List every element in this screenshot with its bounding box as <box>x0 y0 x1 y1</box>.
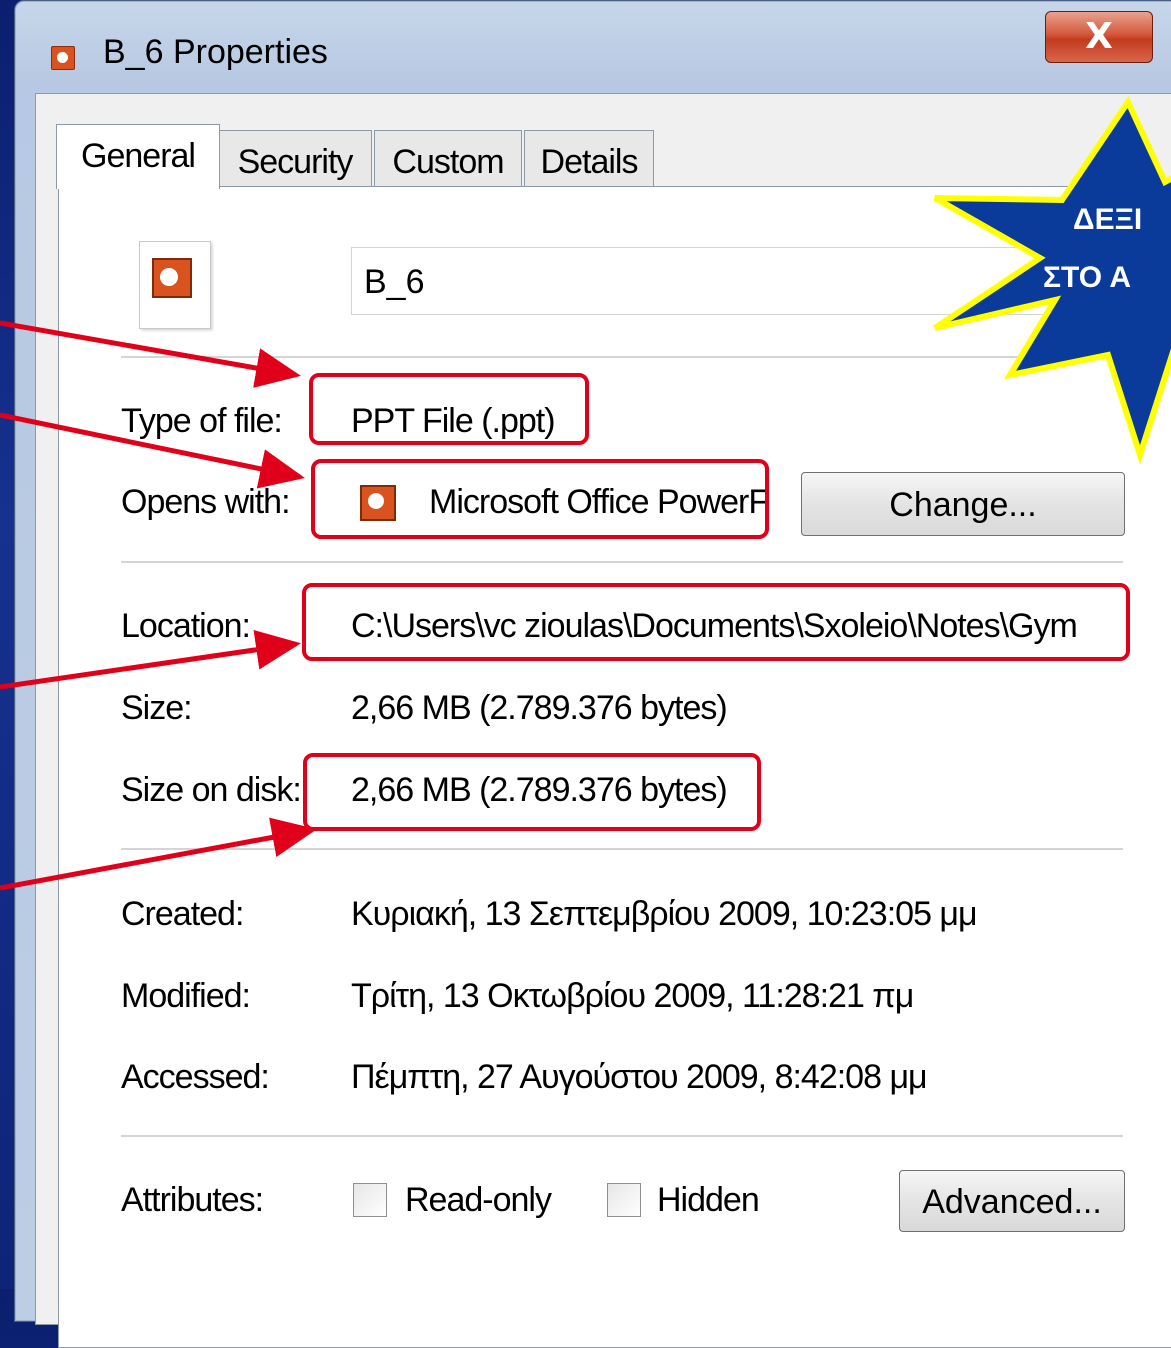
separator <box>121 356 1123 358</box>
type-of-file-label: Type of file: <box>121 402 283 440</box>
read-only-label[interactable]: Read-only <box>405 1181 552 1220</box>
ppt-document-icon <box>139 241 211 329</box>
tab-details[interactable]: Details <box>524 130 654 188</box>
type-highlight-box <box>309 373 589 445</box>
hidden-checkbox[interactable] <box>607 1183 641 1217</box>
change-button[interactable]: Change... <box>801 472 1125 536</box>
read-only-checkbox[interactable] <box>353 1183 387 1217</box>
opens-with-highlight-box <box>311 459 769 539</box>
window-title: B_6 Properties <box>103 33 328 71</box>
accessed-value: Πέμπτη, 27 Αυγούστου 2009, 8:42:08 μμ <box>351 1058 928 1096</box>
callout-text-line1: ΔΕΞΙ <box>1073 203 1143 236</box>
modified-label: Modified: <box>121 977 251 1015</box>
location-label: Location: <box>121 607 251 645</box>
created-value: Κυριακή, 13 Σεπτεμβρίου 2009, 10:23:05 μ… <box>351 895 978 933</box>
created-label: Created: <box>121 895 244 933</box>
size-value: 2,66 MB (2.789.376 bytes) <box>351 689 728 727</box>
size-label: Size: <box>121 689 193 727</box>
modified-value: Τρίτη, 13 Οκτωβρίου 2009, 11:28:21 πμ <box>351 977 914 1015</box>
properties-window: B_6 Properties X General Security Custom… <box>14 0 1171 1348</box>
size-on-disk-highlight-box <box>303 753 761 831</box>
attributes-label: Attributes: <box>121 1181 264 1219</box>
powerpoint-file-icon <box>51 46 75 70</box>
opens-with-label: Opens with: <box>121 483 291 521</box>
close-button[interactable]: X <box>1045 11 1153 63</box>
dialog-client-area: General Security Custom Details B_6 Type… <box>35 93 1171 1348</box>
accessed-label: Accessed: <box>121 1058 270 1096</box>
separator <box>121 848 1123 850</box>
tab-general[interactable]: General <box>56 124 220 189</box>
location-highlight-box <box>302 583 1130 661</box>
tab-security[interactable]: Security <box>218 130 372 188</box>
separator <box>121 561 1123 563</box>
file-name-input[interactable]: B_6 <box>351 247 1091 315</box>
advanced-button[interactable]: Advanced... <box>899 1170 1125 1232</box>
size-on-disk-label: Size on disk: <box>121 771 302 809</box>
callout-text-line2: ΣΤΟ Α <box>1043 261 1132 294</box>
title-bar[interactable]: B_6 Properties X <box>15 1 1171 93</box>
separator <box>121 1135 1123 1137</box>
hidden-label[interactable]: Hidden <box>657 1181 760 1220</box>
tab-custom[interactable]: Custom <box>374 130 522 188</box>
